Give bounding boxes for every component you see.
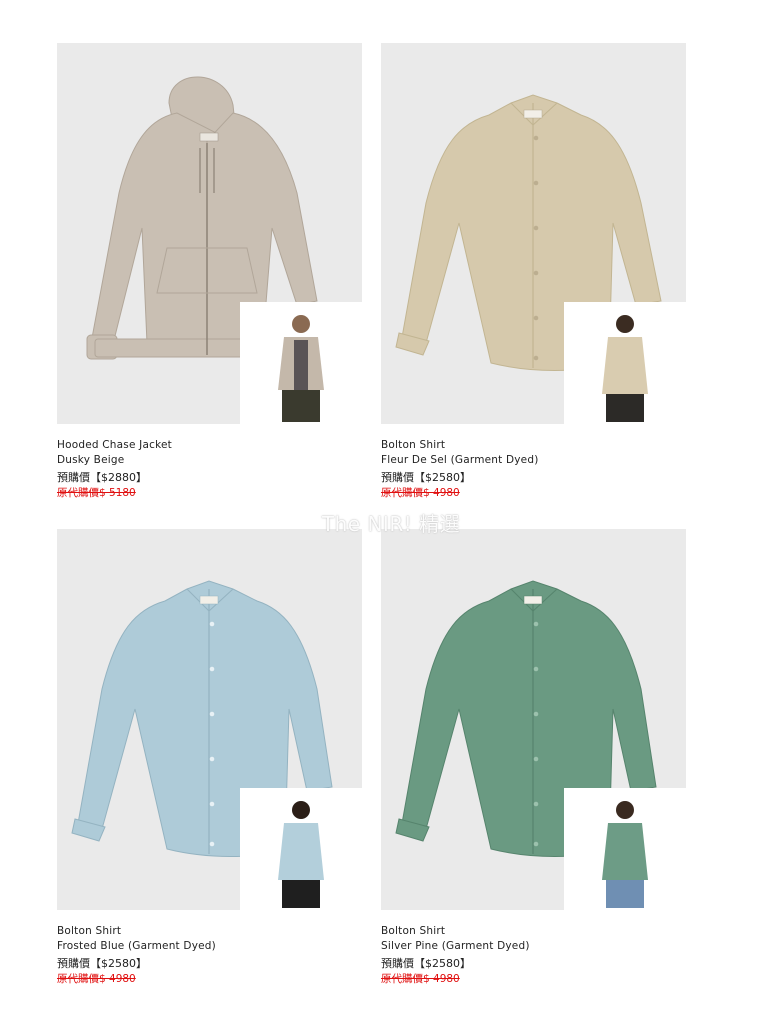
product-name[interactable]: Bolton Shirt	[381, 438, 686, 453]
product-color: Dusky Beige	[57, 454, 125, 466]
product-photo[interactable]	[57, 43, 362, 424]
original-price: 原代購價$ 4980	[381, 487, 460, 499]
product-photo[interactable]	[57, 529, 362, 910]
original-price: 原代購價$ 4980	[381, 973, 460, 985]
product-photo[interactable]	[381, 529, 686, 910]
model-photo	[602, 801, 648, 908]
model-photo	[278, 315, 324, 422]
model-photo	[602, 315, 648, 422]
product-color: Silver Pine (Garment Dyed)	[381, 940, 530, 952]
preorder-price: 預購價【$2880】	[57, 471, 147, 484]
original-price: 原代購價$ 5180	[57, 487, 136, 499]
model-inset	[564, 302, 686, 424]
product-info: Bolton Shirt Frosted Blue (Garment Dyed)…	[57, 924, 362, 986]
original-price: 原代購價$ 4980	[57, 973, 136, 985]
model-inset	[564, 788, 686, 910]
model-photo	[278, 801, 324, 908]
product-photo[interactable]	[381, 43, 686, 424]
product-color: Frosted Blue (Garment Dyed)	[57, 940, 216, 952]
product-info: Bolton Shirt Fleur De Sel (Garment Dyed)…	[381, 438, 686, 500]
model-inset	[240, 302, 362, 424]
preorder-price: 預購價【$2580】	[57, 957, 147, 970]
preorder-price: 預購價【$2580】	[381, 957, 471, 970]
product-name[interactable]: Bolton Shirt	[381, 924, 686, 939]
preorder-price: 預購價【$2580】	[381, 471, 471, 484]
product-color: Fleur De Sel (Garment Dyed)	[381, 454, 539, 466]
product-info: Hooded Chase Jacket Dusky Beige 預購價【$288…	[57, 438, 362, 500]
product-info: Bolton Shirt Silver Pine (Garment Dyed) …	[381, 924, 686, 986]
watermark: The NIR! 精選	[321, 512, 461, 536]
product-name[interactable]: Bolton Shirt	[57, 924, 362, 939]
model-inset	[240, 788, 362, 910]
product-name[interactable]: Hooded Chase Jacket	[57, 438, 362, 453]
